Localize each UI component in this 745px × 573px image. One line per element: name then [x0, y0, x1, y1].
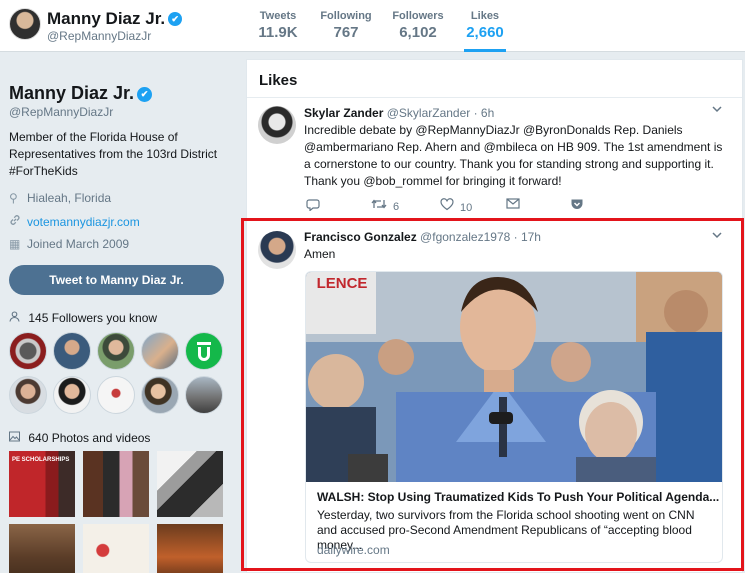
- tweet-to-button[interactable]: Tweet to Manny Diaz Jr.: [9, 265, 224, 295]
- location-text: Hialeah, Florida: [27, 191, 112, 205]
- stat-label: Followers: [392, 10, 444, 22]
- link-preview-title[interactable]: WALSH: Stop Using Traumatized Kids To Pu…: [317, 490, 719, 504]
- stat-likes[interactable]: Likes 2,660: [464, 10, 506, 52]
- retweet-button[interactable]: 6: [371, 198, 399, 213]
- header-name[interactable]: Manny Diaz Jr.: [47, 9, 165, 28]
- thumbnail-caption: PE SCHOLARSHIPS: [12, 457, 70, 463]
- stat-followers[interactable]: Followers 6,102: [392, 10, 444, 41]
- tweet-text: Incredible debate by @RepMannyDiazJr @By…: [304, 123, 723, 188]
- profile-joined: ▦ Joined March 2009: [9, 237, 129, 251]
- tweet-author-name[interactable]: Francisco Gonzalez: [304, 230, 417, 244]
- follower-avatar[interactable]: [53, 332, 91, 370]
- tweet-header: Skylar Zander @SkylarZander · 6h: [304, 106, 494, 120]
- joined-text: Joined March 2009: [27, 237, 130, 251]
- stat-following[interactable]: Following 767: [319, 10, 373, 41]
- website-link[interactable]: votemannydiazjr.com: [27, 215, 140, 229]
- media-thumbnail[interactable]: [83, 524, 149, 573]
- reply-icon[interactable]: [306, 198, 320, 214]
- tweet-author-handle[interactable]: @SkylarZander · 6h: [387, 106, 495, 120]
- header-avatar[interactable]: [9, 8, 41, 40]
- calendar-icon: ▦: [9, 237, 21, 251]
- stat-label: Tweets: [259, 10, 297, 22]
- tweet-options-chevron-icon[interactable]: [711, 230, 723, 243]
- tweet-author-name[interactable]: Skylar Zander: [304, 106, 383, 120]
- stat-value: 2,660: [466, 24, 504, 41]
- verified-badge-icon: ✔: [168, 12, 183, 26]
- retweet-icon: [371, 199, 387, 209]
- like-button[interactable]: 10: [440, 198, 472, 214]
- tweet-header: Francisco Gonzalez @fgonzalez1978 · 17h: [304, 230, 541, 244]
- link-preview-domain: dailywire.com: [317, 543, 390, 557]
- stat-label: Following: [320, 10, 372, 22]
- follower-avatar[interactable]: [97, 332, 135, 370]
- stat-tweets[interactable]: Tweets 11.9K: [255, 10, 301, 41]
- tweet-author-handle[interactable]: @fgonzalez1978 · 17h: [420, 230, 541, 244]
- heart-icon: [440, 198, 454, 211]
- photos-videos-label: 640 Photos and videos: [28, 431, 151, 445]
- profile-bio: Member of the Florida House of Represent…: [9, 130, 218, 178]
- link-preview-card[interactable]: LENCE WALSH: Stop Using Traumatized Kids…: [305, 271, 723, 563]
- tweet-author-avatar[interactable]: [258, 231, 296, 269]
- media-thumbnail[interactable]: [9, 524, 75, 573]
- follower-avatar[interactable]: [185, 332, 223, 370]
- media-thumbnail[interactable]: [83, 451, 149, 517]
- profile-name-row[interactable]: Manny Diaz Jr. ✔: [9, 83, 153, 104]
- location-pin-icon: ⚲: [9, 191, 18, 205]
- protest-sign-text: LENCE: [316, 275, 368, 292]
- link-preview-image[interactable]: LENCE: [306, 272, 722, 482]
- media-thumbnail[interactable]: [157, 451, 223, 517]
- like-count: 10: [460, 202, 473, 214]
- direct-message-envelope-icon[interactable]: [506, 198, 520, 212]
- stat-value: 6,102: [399, 24, 437, 41]
- pocket-save-icon[interactable]: [570, 198, 584, 214]
- media-thumbnail[interactable]: [157, 524, 223, 573]
- person-icon: [9, 311, 23, 325]
- photo-icon: [9, 431, 23, 445]
- profile-name[interactable]: Manny Diaz Jr.: [9, 83, 134, 103]
- follower-avatar[interactable]: [9, 332, 47, 370]
- header-handle: @RepMannyDiazJr: [47, 29, 152, 43]
- followers-you-know-heading[interactable]: 145 Followers you know: [9, 311, 157, 325]
- photos-videos-heading[interactable]: 640 Photos and videos: [9, 431, 150, 445]
- media-thumbnail[interactable]: PE SCHOLARSHIPS: [9, 451, 75, 517]
- tweet-author-avatar[interactable]: [258, 106, 296, 144]
- profile-nav-bar: Manny Diaz Jr. ✔ @RepMannyDiazJr Tweets 1…: [0, 0, 745, 52]
- followers-you-know-label: 145 Followers you know: [28, 311, 158, 325]
- tweet-options-chevron-icon[interactable]: [711, 104, 723, 117]
- follower-avatar[interactable]: [185, 376, 223, 414]
- stat-value: 767: [333, 24, 359, 41]
- profile-handle[interactable]: @RepMannyDiazJr: [9, 105, 113, 119]
- verified-badge-icon: ✔: [137, 87, 153, 102]
- follower-avatar[interactable]: [9, 376, 47, 414]
- retweet-count: 6: [393, 201, 400, 213]
- profile-website[interactable]: votemannydiazjr.com: [9, 214, 140, 229]
- stat-label: Likes: [470, 10, 500, 22]
- link-icon: [9, 214, 22, 229]
- timeline-title: Likes: [259, 72, 298, 89]
- tweet-text: Amen: [304, 247, 336, 261]
- header-name-row[interactable]: Manny Diaz Jr. ✔: [47, 9, 183, 29]
- follower-avatar[interactable]: [53, 376, 91, 414]
- profile-location: ⚲ Hialeah, Florida: [9, 191, 111, 205]
- follower-avatar[interactable]: [97, 376, 135, 414]
- divider: [247, 97, 742, 98]
- stat-value: 11.9K: [258, 24, 298, 41]
- tweet-divider: [247, 219, 742, 220]
- follower-avatar[interactable]: [141, 376, 179, 414]
- follower-avatar[interactable]: [141, 332, 179, 370]
